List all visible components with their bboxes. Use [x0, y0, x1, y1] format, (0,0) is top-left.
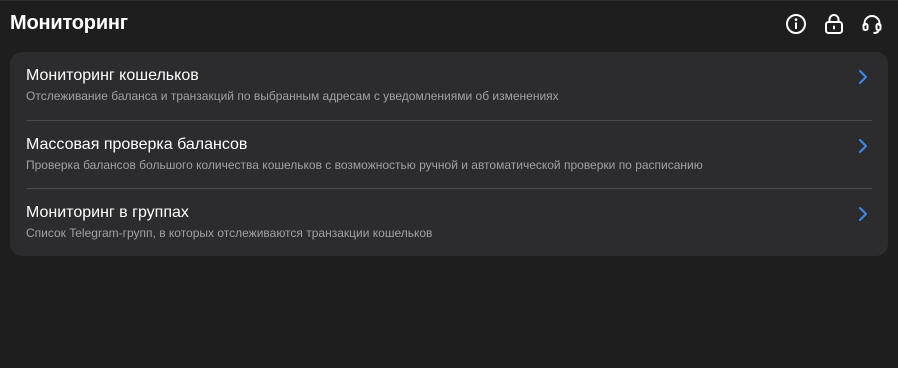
header: Мониторинг	[10, 1, 888, 45]
menu-item-title: Мониторинг кошельков	[26, 67, 199, 84]
chevron-right-icon	[856, 138, 870, 154]
header-actions	[784, 12, 884, 36]
menu-item-title: Мониторинг в группах	[26, 204, 189, 221]
menu-item-subtitle: Отслеживание баланса и транзакций по выб…	[26, 89, 559, 103]
menu-item-title: Массовая проверка балансов	[26, 136, 248, 153]
menu-card: Мониторинг кошельков Отслеживание баланс…	[10, 52, 888, 256]
chevron-right-icon	[856, 206, 870, 222]
info-icon[interactable]	[784, 12, 808, 36]
menu-item-bulk-balance-check[interactable]: Массовая проверка балансов Проверка бала…	[26, 120, 872, 188]
page-title: Мониторинг	[10, 12, 128, 34]
menu-item-group-monitoring[interactable]: Мониторинг в группах Список Telegram-гру…	[26, 188, 872, 256]
support-icon[interactable]	[860, 12, 884, 36]
chevron-right-icon	[856, 69, 870, 85]
menu-item-subtitle: Проверка балансов большого количества ко…	[26, 158, 703, 172]
monitoring-page: Мониторинг Мониторинг кошельков Отслежив…	[0, 0, 898, 368]
menu-item-subtitle: Список Telegram-групп, в которых отслежи…	[26, 226, 433, 240]
menu-item-wallet-monitoring[interactable]: Мониторинг кошельков Отслеживание баланс…	[26, 52, 872, 120]
lock-icon[interactable]	[822, 12, 846, 36]
